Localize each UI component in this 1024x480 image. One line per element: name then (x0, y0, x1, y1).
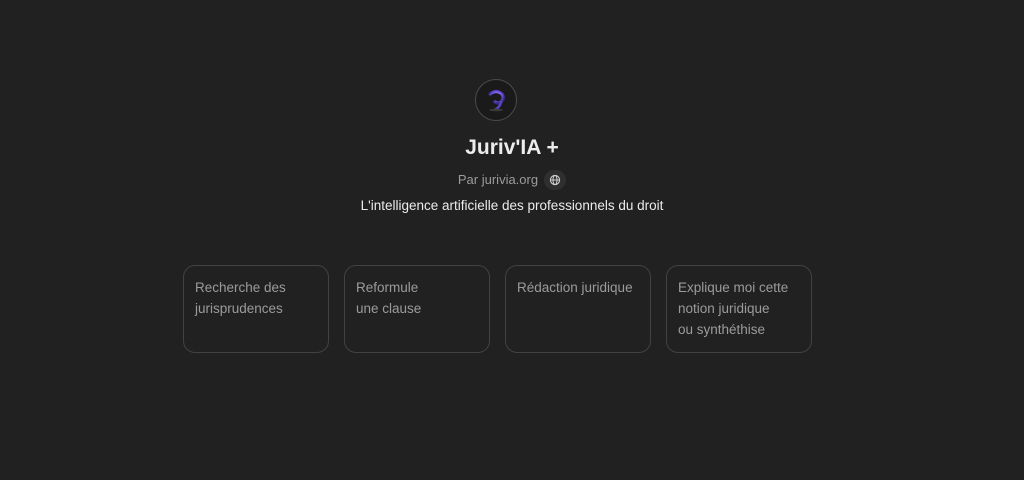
starter-card[interactable]: Reformule une clause (344, 265, 490, 353)
gpt-avatar (475, 79, 517, 121)
gpt-author: Par jurivia.org (457, 172, 539, 187)
gpt-welcome-screen: Juriv'IA + Par jurivia.org L'intelligenc… (0, 0, 1024, 480)
conversation-starters: Recherche des jurisprudences Reformule u… (183, 265, 812, 353)
gpt-byline: Par jurivia.org (0, 170, 1024, 190)
starter-card[interactable]: Recherche des jurisprudences (183, 265, 329, 353)
starter-card[interactable]: Explique moi cette notion juridique ou s… (666, 265, 812, 353)
jurivia-logo-icon (488, 89, 505, 112)
globe-icon (549, 174, 561, 186)
starter-card[interactable]: Rédaction juridique (505, 265, 651, 353)
gpt-title: Juriv'IA + (465, 136, 559, 159)
website-link-button[interactable] (544, 170, 567, 190)
gpt-description: L'intelligence artificielle des professi… (360, 198, 664, 213)
